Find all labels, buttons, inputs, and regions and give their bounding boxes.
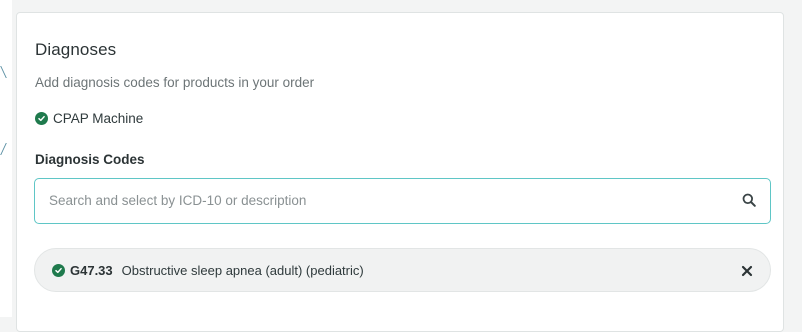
edge-decoration (0, 66, 12, 78)
diagnosis-search-field[interactable] (34, 178, 771, 224)
check-circle-icon (52, 263, 65, 277)
selected-diagnosis-chip: G47.33 Obstructive sleep apnea (adult) (… (34, 248, 771, 292)
chip-content: G47.33 Obstructive sleep apnea (adult) (… (52, 249, 364, 291)
edge-decoration (0, 143, 12, 155)
check-circle-icon (35, 112, 48, 125)
product-item: CPAP Machine (35, 111, 143, 126)
diagnosis-description: Obstructive sleep apnea (adult) (pediatr… (121, 262, 364, 278)
diagnosis-search-input[interactable] (49, 179, 729, 222)
product-name: CPAP Machine (53, 111, 144, 126)
search-icon[interactable] (742, 193, 756, 207)
close-icon[interactable] (741, 264, 753, 277)
background-edge (0, 0, 12, 317)
diagnosis-codes-label: Diagnosis Codes (35, 152, 145, 167)
panel-subtitle: Add diagnosis codes for products in your… (35, 75, 315, 90)
diagnoses-panel: Diagnoses Add diagnosis codes for produc… (16, 12, 784, 332)
diagnosis-code: G47.33 (70, 262, 113, 278)
panel-title: Diagnoses (35, 40, 117, 59)
